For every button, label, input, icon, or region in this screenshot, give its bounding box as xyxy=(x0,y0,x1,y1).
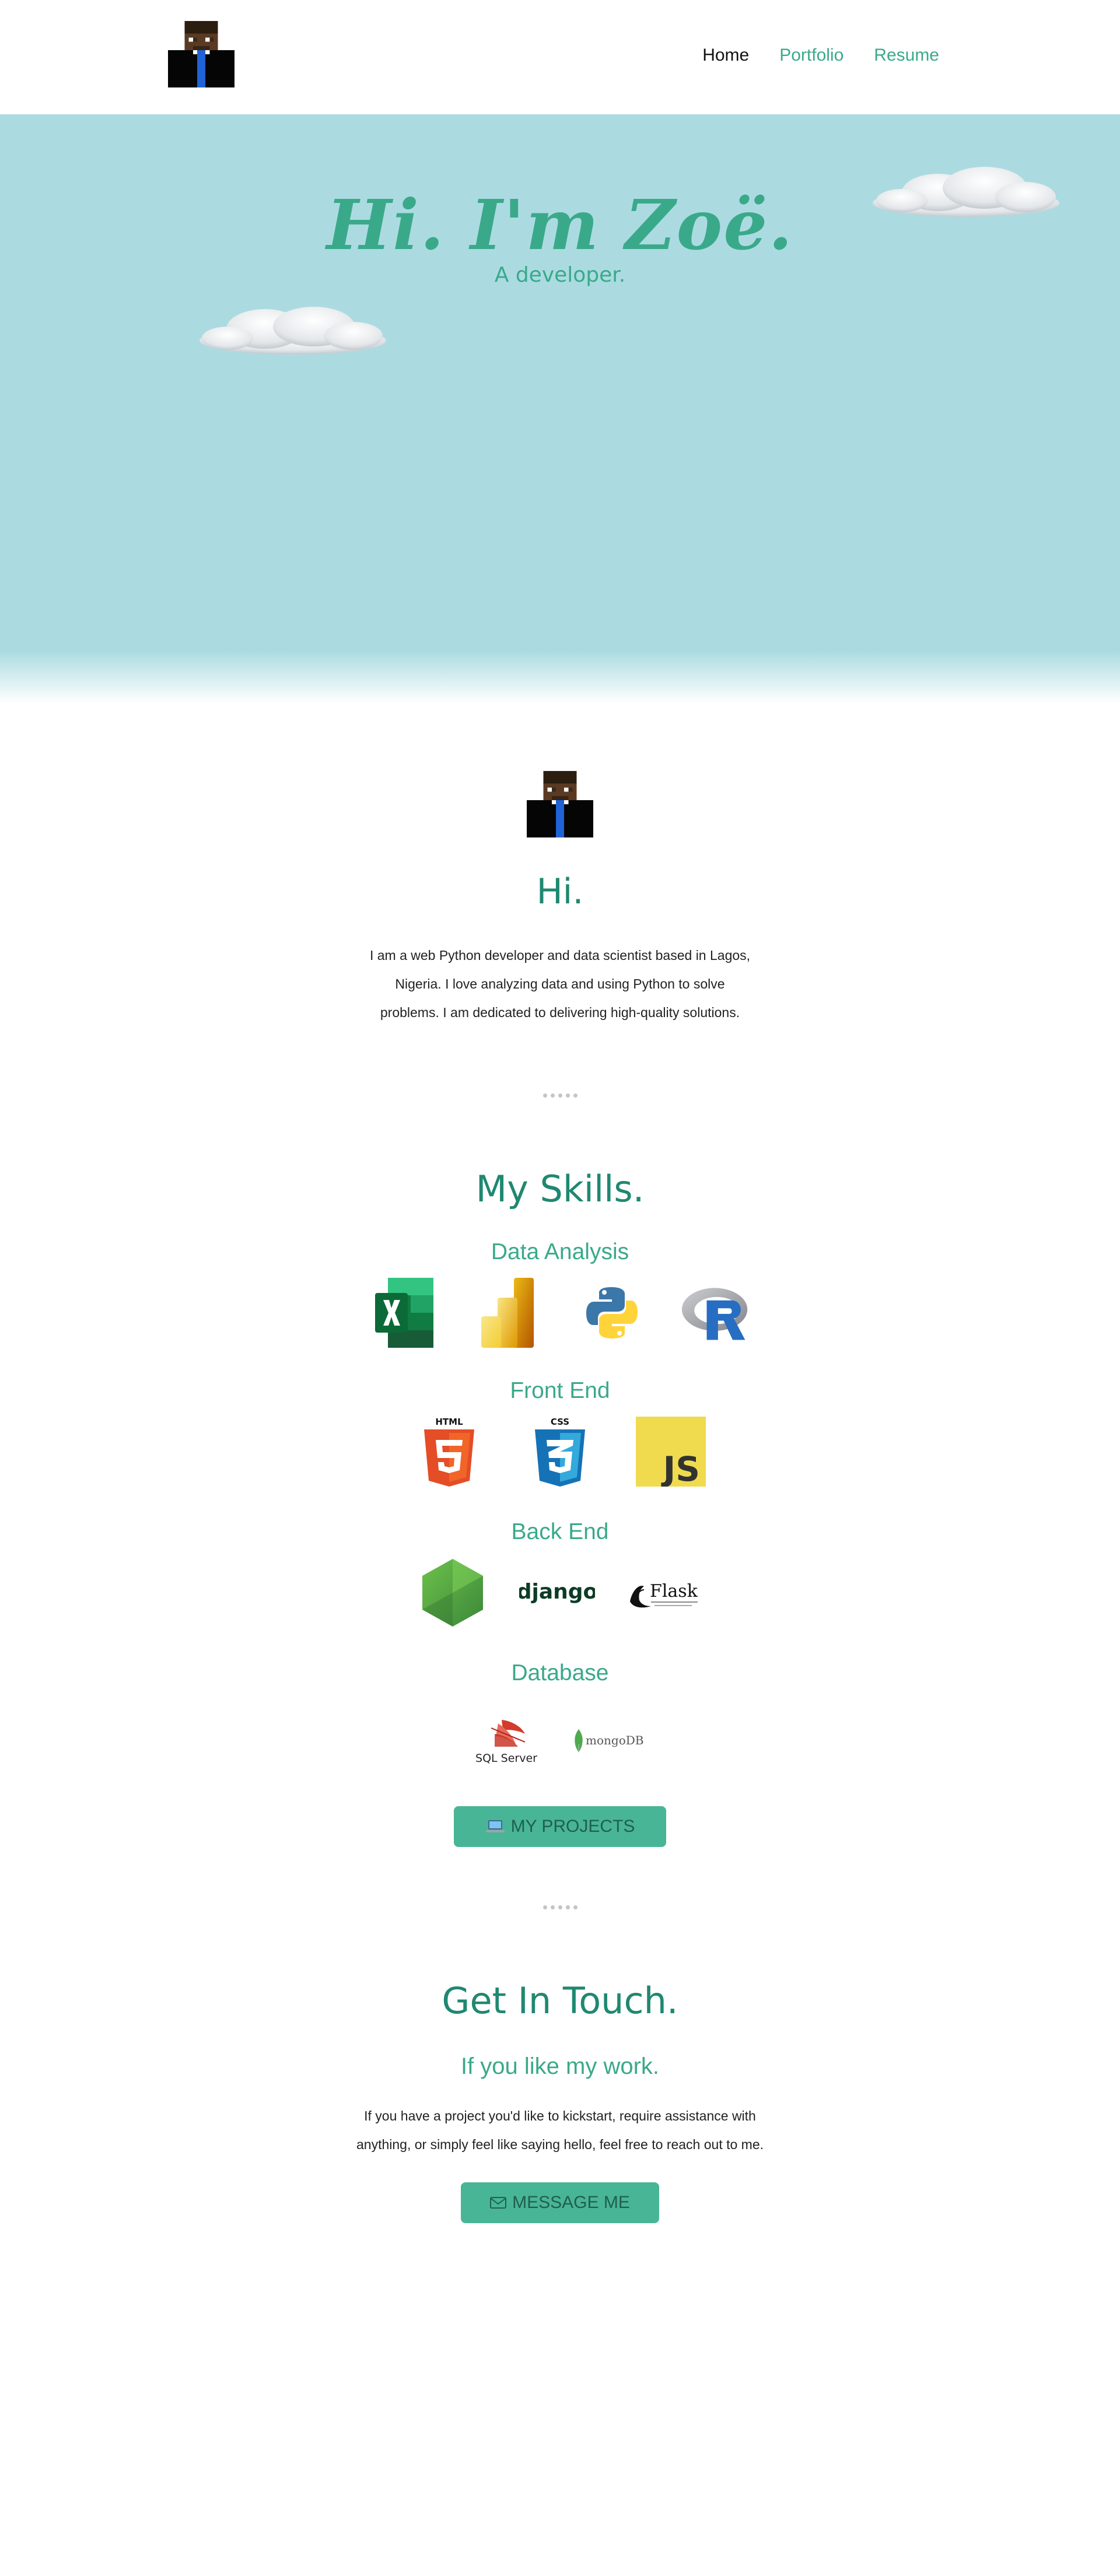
about-text: I am a web Python developer and data sci… xyxy=(369,948,751,1020)
skill-group-title-back-end: Back End xyxy=(511,1519,609,1544)
skill-group-title-database: Database xyxy=(511,1660,609,1685)
html5-icon: HTML xyxy=(414,1417,484,1487)
contact-text: If you have a project you'd like to kick… xyxy=(356,2108,764,2152)
avatar-logo-icon[interactable] xyxy=(168,21,235,87)
power-bi-icon xyxy=(473,1278,543,1348)
skills-section: My Skills. Data Analysis Front End HTML … xyxy=(0,1098,1120,1909)
nav-link-home[interactable]: Home xyxy=(702,45,749,65)
nav-links: Home Portfolio Resume xyxy=(702,45,939,65)
sql-server-icon: SQL Server xyxy=(471,1704,541,1774)
html-label: HTML xyxy=(435,1417,463,1427)
css-label: CSS xyxy=(551,1417,569,1427)
laptop-icon xyxy=(485,1820,505,1832)
nav-link-resume[interactable]: Resume xyxy=(874,45,939,65)
nav-link-portfolio[interactable]: Portfolio xyxy=(779,45,844,65)
js-label: JS xyxy=(661,1449,700,1487)
about-section: Hi. I am a web Python developer and data… xyxy=(0,703,1120,1098)
excel-icon xyxy=(369,1278,439,1348)
python-icon xyxy=(577,1278,647,1348)
contact-heading: Get In Touch. xyxy=(442,1979,678,2022)
section-divider xyxy=(0,1094,1120,1098)
contact-subheading: If you like my work. xyxy=(460,2053,660,2079)
mongodb-label: mongoDB xyxy=(586,1733,643,1747)
hero-title: Hi. I'm Zoë. xyxy=(326,184,794,265)
r-icon xyxy=(681,1278,751,1348)
django-label: django xyxy=(519,1580,595,1604)
flask-label: Flask xyxy=(650,1581,698,1601)
top-navbar: Home Portfolio Resume xyxy=(0,0,1120,114)
avatar-icon xyxy=(527,771,593,837)
skill-icons-back-end: django Flask xyxy=(0,1558,1120,1628)
about-heading: Hi. xyxy=(536,871,584,912)
contact-section: Get In Touch. If you like my work. If yo… xyxy=(0,1909,1120,2427)
message-me-button-label: MESSAGE ME xyxy=(512,2193,630,2212)
section-divider xyxy=(0,1905,1120,1909)
sql-server-label: SQL Server xyxy=(475,1752,537,1765)
mongodb-icon: mongoDB xyxy=(573,1704,649,1774)
javascript-icon: JS xyxy=(636,1417,706,1487)
hero-section: Hi. I'm Zoë. A developer. xyxy=(0,114,1120,703)
my-projects-button[interactable]: MY PROJECTS xyxy=(454,1806,666,1847)
nodejs-icon xyxy=(418,1558,488,1628)
django-icon: django xyxy=(519,1558,595,1628)
envelope-icon xyxy=(490,2197,507,2209)
my-projects-button-label: MY PROJECTS xyxy=(510,1817,635,1836)
skills-heading: My Skills. xyxy=(475,1168,645,1210)
flask-icon: Flask xyxy=(626,1558,702,1628)
skill-icons-database: SQL Server mongoDB xyxy=(0,1704,1120,1774)
message-me-button[interactable]: MESSAGE ME xyxy=(461,2182,659,2223)
skill-icons-front-end: HTML CSS JS xyxy=(0,1417,1120,1487)
cloud-icon xyxy=(200,307,386,355)
skill-group-title-front-end: Front End xyxy=(510,1378,610,1403)
skill-icons-data-analysis xyxy=(0,1278,1120,1348)
css3-icon: CSS xyxy=(525,1417,595,1487)
hero-subtitle: A developer. xyxy=(494,263,626,287)
skill-group-title-data-analysis: Data Analysis xyxy=(491,1239,629,1264)
